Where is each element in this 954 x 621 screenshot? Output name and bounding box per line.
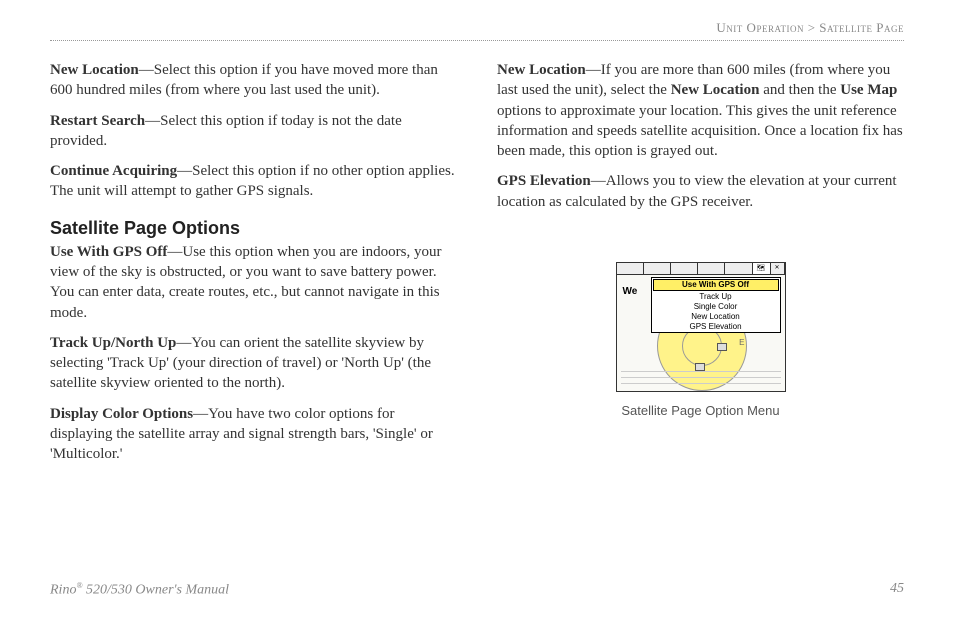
menu-item-track-up[interactable]: Track Up — [652, 292, 780, 302]
manual-title: Rino® 520/530 Owner's Manual — [50, 581, 229, 599]
screen-tabs: 🗺 ✕ — [617, 263, 785, 275]
breadcrumb: Unit Operation > Satellite Page — [708, 20, 904, 36]
footer: Rino® 520/530 Owner's Manual 45 — [50, 581, 904, 599]
para-restart-search: Restart Search—Select this option if tod… — [50, 111, 457, 152]
para-new-location-right: New Location—If you are more than 600 mi… — [497, 60, 904, 161]
menu-item-gps-elevation[interactable]: GPS Elevation — [652, 322, 780, 332]
para-track-up: Track Up/North Up—You can orient the sat… — [50, 333, 457, 394]
we-label: We — [623, 285, 638, 299]
para-continue-acquiring: Continue Acquiring—Select this option if… — [50, 161, 457, 202]
page-number: 45 — [890, 581, 904, 599]
close-icon: ✕ — [771, 263, 785, 274]
menu-item-gps-off[interactable]: Use With GPS Off — [653, 279, 779, 291]
menu-item-single-color[interactable]: Single Color — [652, 302, 780, 312]
tab-blank-2 — [644, 263, 671, 274]
figure-caption: Satellite Page Option Menu — [497, 402, 904, 420]
para-gps-elevation: GPS Elevation—Allows you to view the ele… — [497, 171, 904, 212]
para-gps-off: Use With GPS Off—Use this option when yo… — [50, 242, 457, 323]
menu-item-new-location[interactable]: New Location — [652, 312, 780, 322]
signal-bars — [621, 365, 781, 389]
tab-blank-3 — [671, 263, 698, 274]
left-column: New Location—Select this option if you h… — [50, 60, 457, 474]
map-tab-icon: 🗺 — [753, 263, 771, 274]
para-new-location: New Location—Select this option if you h… — [50, 60, 457, 101]
popup-menu: Use With GPS Off Track Up Single Color N… — [651, 277, 781, 333]
figure: 🗺 ✕ We E Use With GPS Off Track Up Singl… — [497, 262, 904, 420]
direction-east: E — [739, 338, 744, 349]
section-heading: Satellite Page Options — [50, 216, 457, 240]
breadcrumb-section: Unit Operation — [716, 20, 804, 35]
tab-blank-5 — [725, 263, 752, 274]
breadcrumb-page: Satellite Page — [819, 20, 904, 35]
tab-blank-1 — [617, 263, 644, 274]
right-column: New Location—If you are more than 600 mi… — [497, 60, 904, 474]
para-display-color: Display Color Options—You have two color… — [50, 404, 457, 465]
page-content: New Location—Select this option if you h… — [50, 60, 904, 474]
satellite-icon — [717, 343, 727, 351]
tab-blank-4 — [698, 263, 725, 274]
divider — [50, 40, 904, 41]
device-screen: 🗺 ✕ We E Use With GPS Off Track Up Singl… — [616, 262, 786, 392]
